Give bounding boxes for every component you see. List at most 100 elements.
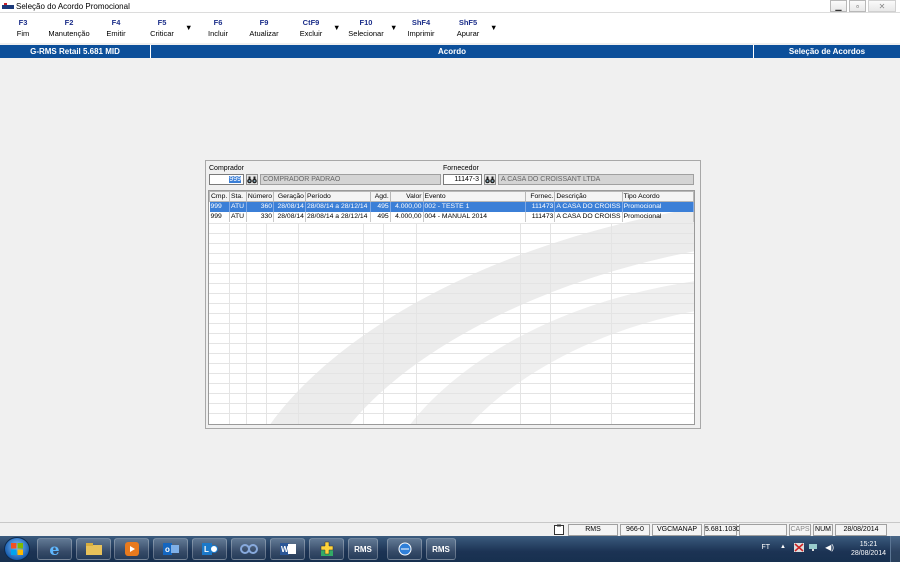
cell-agd: 495 [370,201,391,212]
comprador-name-field: COMPRADOR PADRAO [260,174,441,185]
selecionar-dropdown-icon[interactable]: ▼ [390,22,397,33]
word-icon[interactable]: W [270,538,305,560]
toolbar-key: CtF9 [302,18,320,27]
column-header[interactable]: Tipo Acordo [621,191,694,202]
clipboard-icon [552,524,566,536]
comprador-search-icon[interactable] [246,174,258,185]
outlook-icon[interactable]: o [153,538,188,560]
toolbar-label: Criticar [150,29,174,38]
comprador-code-value: 999 [229,176,241,183]
toolbar-button-selecionar[interactable]: F10 Selecionar [345,17,387,39]
network-icon[interactable] [808,543,818,554]
toolbar-button-manutencao[interactable]: F2 Manutenção [44,17,94,39]
column-header[interactable]: Número [245,191,275,202]
window-controls: ▁ ▫ ✕ [830,0,896,12]
cell-sta: ATU [229,211,247,222]
cell-descricao: A CASA DO CROISS [554,211,623,222]
cell-evento: 002 - TESTE 1 [423,201,526,212]
cell-numero: 330 [246,211,275,222]
close-button[interactable]: ✕ [868,0,896,12]
status-num: NUM [813,524,833,536]
cell-cmp: 999 [209,201,230,212]
volume-icon[interactable]: ◀) [825,543,834,552]
column-header[interactable]: Evento [422,191,526,202]
status-system: RMS [568,524,618,536]
rms-tool-icon[interactable] [309,538,344,560]
column-header[interactable]: Geração [273,191,306,202]
column-header[interactable]: Fornec. [524,191,556,202]
start-orb-icon[interactable] [4,537,30,561]
cell-periodo: 28/08/14 a 28/12/14 [305,211,371,222]
teamviewer-icon[interactable] [231,538,266,560]
column-header[interactable]: Cmp. [209,191,230,202]
show-desktop-button[interactable] [890,536,900,562]
toolbar-button-criticar[interactable]: F5 Criticar [145,17,179,39]
file-explorer-icon[interactable] [76,538,111,560]
cell-fornec: 111473 [525,201,556,212]
column-header[interactable]: Descrição [554,191,623,202]
window-title: Seleção do Acordo Promocional [16,1,130,11]
grid-header-row: Cmp. Sta. Número Geração Período Agd. Va… [209,191,694,202]
windows-taskbar: e o L W RMS RMS FT ▲ ◀) 15:21 28/08/2014 [0,536,900,562]
window-titlebar: Seleção do Acordo Promocional ▁ ▫ ✕ [0,0,900,13]
toolbar-button-apurar[interactable]: ShF5 Apurar [451,17,485,39]
status-bar: RMS 966-0 VGCMANAP 5.681.1030 CAPS NUM 2… [0,522,900,536]
cell-valor: 4.000,00 [390,201,424,212]
language-indicator[interactable]: FT [761,544,770,551]
comprador-label: Comprador [209,165,245,172]
excluir-dropdown-icon[interactable]: ▼ [333,22,340,33]
toolbar-button-atualizar[interactable]: F9 Atualizar [245,17,283,39]
toolbar-button-excluir[interactable]: CtF9 Excluir [294,17,328,39]
minimize-button[interactable]: ▁ [830,0,847,12]
lync-icon[interactable]: L [192,538,227,560]
toolbar-key: ShF5 [458,18,478,27]
toolbar-key: F6 [213,18,223,27]
cell-agd: 495 [370,211,391,222]
toolbar-key: F5 [157,18,167,27]
flag-icon[interactable] [794,543,804,554]
toolbar-key: F4 [111,18,121,27]
criticar-dropdown-icon[interactable]: ▼ [185,22,192,33]
toolbar-button-emitir[interactable]: F4 Emitir [99,17,133,39]
agreements-table: Cmp. Sta. Número Geração Período Agd. Va… [209,191,694,222]
column-header[interactable]: Sta. [228,191,247,202]
status-empty [739,524,787,536]
toolbar-label: Excluir [299,29,323,38]
cell-sta: ATU [229,201,247,212]
toolbar-button-incluir[interactable]: F6 Incluir [201,17,235,39]
fornecedor-search-icon[interactable] [484,174,496,185]
toolbar-button-fim[interactable]: F3 Fim [6,17,40,39]
tray-expand-icon[interactable]: ▲ [780,544,786,550]
cell-evento: 004 - MANUAL 2014 [423,211,526,222]
comprador-code-input[interactable]: 999 [209,174,244,185]
watermark-swoosh-icon [270,211,694,424]
toolbar-label: Atualizar [249,29,279,38]
toolbar-button-imprimir[interactable]: ShF4 Imprimir [403,17,439,39]
ie-app-icon[interactable] [387,538,422,560]
agreements-grid[interactable]: Cmp. Sta. Número Geração Período Agd. Va… [208,190,695,425]
internet-explorer-icon[interactable]: e [37,538,72,560]
fornecedor-label: Fornecedor [443,165,479,172]
media-player-icon[interactable] [114,538,149,560]
table-row[interactable]: 999 ATU 330 28/08/14 28/08/14 a 28/12/14… [209,211,694,222]
cell-periodo: 28/08/14 a 28/12/14 [305,201,371,212]
maximize-button[interactable]: ▫ [849,0,866,12]
toolbar-key: F3 [18,18,28,27]
cell-geracao: 28/08/14 [273,211,306,222]
clock[interactable]: 15:21 28/08/2014 [851,540,886,558]
status-caps: CAPS [789,524,811,536]
table-row[interactable]: 999 ATU 360 28/08/14 28/08/14 a 28/12/14… [209,201,694,212]
status-version: 5.681.1030 [704,524,740,536]
fornecedor-code-input[interactable]: 11147-3 [443,174,482,185]
cell-geracao: 28/08/14 [273,201,306,212]
column-header[interactable]: Período [304,191,371,202]
column-header[interactable]: Valor [389,191,424,202]
apurar-dropdown-icon[interactable]: ▼ [490,22,497,33]
cell-valor: 4.000,00 [390,211,424,222]
cell-descricao: A CASA DO CROISS [554,201,623,212]
clock-time: 15:21 [859,541,878,548]
rms-app-button[interactable]: RMS [348,538,378,560]
column-header[interactable]: Agd. [369,191,391,202]
status-filial: 966-0 [620,524,650,536]
rms-app-button-2[interactable]: RMS [426,538,456,560]
